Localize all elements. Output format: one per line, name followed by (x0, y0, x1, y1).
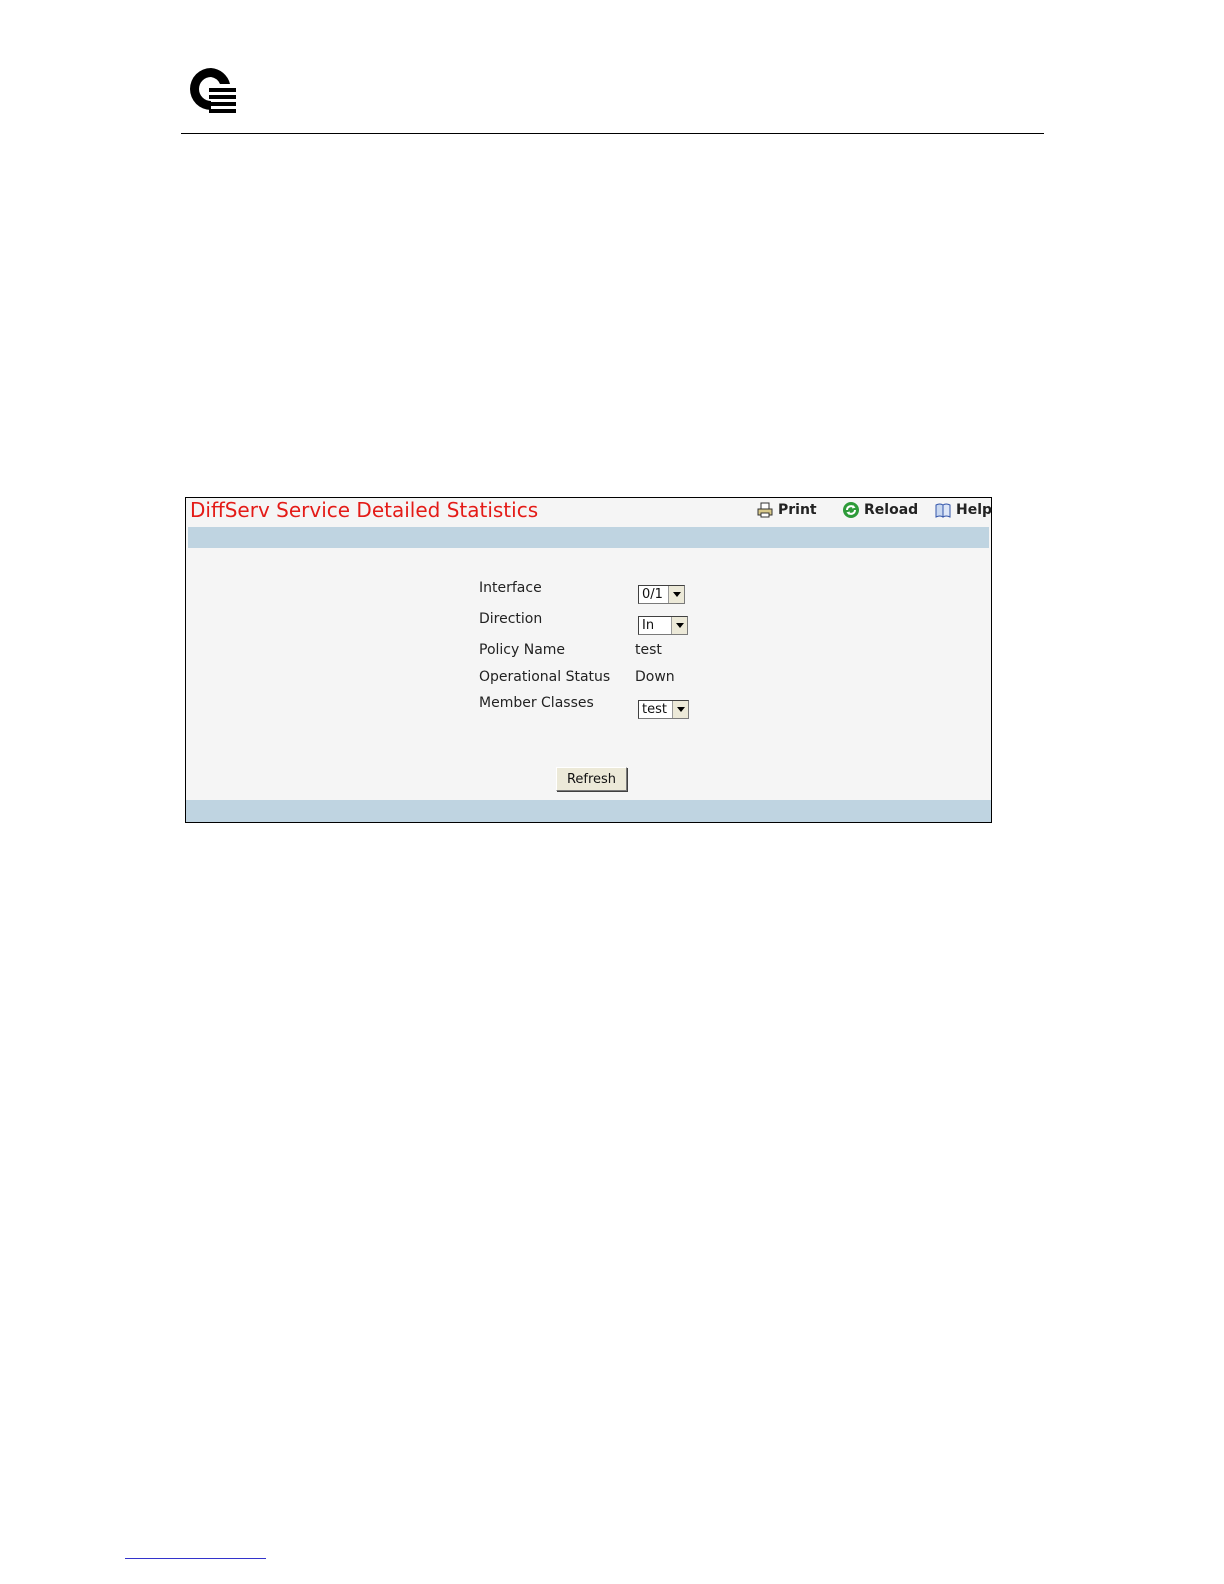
member-classes-label: Member Classes (479, 695, 594, 711)
help-label: Help (956, 502, 993, 518)
page-title: DiffServ Service Detailed Statistics (190, 498, 539, 522)
help-book-icon (935, 503, 951, 518)
header-divider (181, 133, 1044, 134)
member-classes-select[interactable]: test (638, 700, 689, 719)
panel-header-band (188, 527, 989, 548)
direction-select[interactable]: In (638, 616, 688, 635)
member-classes-selected-value: test (642, 702, 667, 717)
reload-button[interactable]: Reload (842, 500, 918, 520)
direction-selected-value: In (642, 618, 655, 633)
reload-label: Reload (864, 502, 919, 518)
operational-status-value: Down (635, 669, 675, 685)
chevron-down-icon[interactable] (671, 617, 687, 634)
chevron-down-icon[interactable] (672, 701, 688, 718)
interface-selected-value: 0/1 (642, 587, 663, 602)
policy-name-label: Policy Name (479, 642, 566, 658)
direction-label: Direction (479, 611, 543, 627)
panel-footer-band (186, 800, 991, 822)
policy-name-value: test (635, 642, 662, 658)
print-label: Print (778, 502, 817, 518)
print-button[interactable]: Print (756, 500, 817, 520)
company-logo (190, 68, 236, 113)
printer-icon (757, 502, 773, 518)
refresh-button[interactable]: Refresh (556, 767, 627, 791)
footer-link-underline[interactable] (125, 1558, 266, 1559)
reload-icon (843, 502, 859, 518)
interface-label: Interface (479, 580, 542, 596)
statistics-panel: DiffServ Service Detailed Statistics Pri… (185, 497, 992, 823)
help-button[interactable]: Help (934, 500, 992, 520)
chevron-down-icon[interactable] (668, 586, 684, 603)
interface-select[interactable]: 0/1 (638, 585, 685, 604)
operational-status-label: Operational Status (479, 669, 611, 685)
